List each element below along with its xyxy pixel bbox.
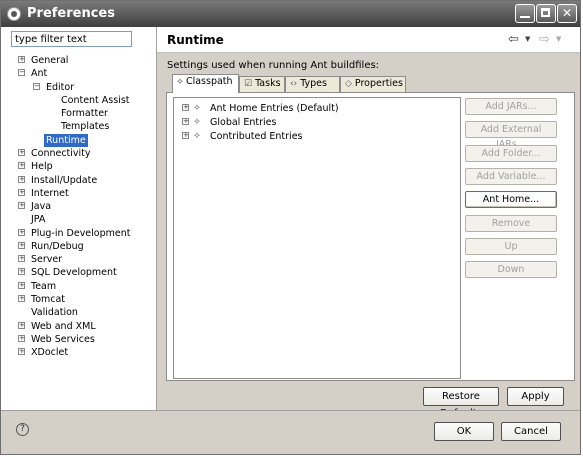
add-jars-button[interactable]: Add JARs... — [465, 98, 557, 115]
tab-label: Types — [300, 78, 327, 89]
ok-button[interactable]: OK — [434, 422, 494, 441]
forward-menu-chevron-down-icon[interactable]: ▼ — [556, 35, 561, 43]
tree-item-label: SQL Development — [31, 267, 117, 279]
tree-item-label: Validation — [31, 307, 78, 319]
tree-item-label: JPA — [31, 214, 46, 226]
tree-item-label: Templates — [61, 121, 110, 133]
apply-button[interactable]: Apply — [507, 387, 564, 406]
expand-icon[interactable]: + — [182, 104, 189, 111]
dialog-footer: ? OK Cancel — [1, 410, 580, 454]
tab-classpath[interactable]: ⟡ Classpath — [172, 74, 239, 93]
expand-icon[interactable]: + — [182, 118, 189, 125]
tree-item-label: Server — [31, 254, 63, 266]
expand-icon[interactable]: + — [18, 228, 25, 236]
classpath-entry-icon: ⟡ — [194, 117, 200, 127]
page-header: Runtime ⇦ ▼ ⇨ ▼ — [157, 27, 580, 53]
restore-defaults-button[interactable]: Restore Defaults — [423, 387, 499, 419]
forward-arrow-icon[interactable]: ⇨ — [539, 32, 550, 47]
expand-icon[interactable]: + — [18, 175, 25, 183]
tree-item-label: Web Services — [31, 333, 95, 345]
title-bar[interactable]: Preferences ✕ — [1, 1, 580, 27]
preference-page: Runtime ⇦ ▼ ⇨ ▼ Settings used when runni… — [157, 27, 580, 419]
expand-icon[interactable]: + — [182, 132, 189, 139]
expand-icon[interactable]: + — [18, 202, 25, 210]
down-button[interactable]: Down — [465, 261, 557, 279]
page-title: Runtime — [167, 33, 224, 47]
expand-icon[interactable]: + — [18, 162, 25, 170]
tree-item-label: Connectivity — [31, 147, 91, 159]
tab-tasks[interactable]: ☑ Tasks — [239, 76, 285, 92]
tree-item-label: Formatter — [61, 108, 108, 120]
ant-home-button[interactable]: Ant Home... — [465, 191, 557, 209]
tree-item-label: Runtime — [44, 133, 88, 147]
expand-icon[interactable]: + — [18, 188, 25, 196]
remove-button[interactable]: Remove — [465, 214, 557, 232]
tree-item-label: Java — [31, 201, 52, 213]
classpath-entry-label: Contributed Entries — [210, 131, 303, 142]
add-folder-button[interactable]: Add Folder... — [465, 144, 557, 162]
add-external-jars-button[interactable]: Add External JARs... — [465, 121, 557, 150]
tab-properties[interactable]: ◇ Properties — [340, 76, 406, 92]
maximize-button[interactable] — [536, 4, 556, 23]
up-button[interactable]: Up — [465, 237, 557, 255]
back-arrow-icon[interactable]: ⇦ — [508, 32, 519, 47]
tree-item-label: XDoclet — [31, 347, 69, 359]
tree-item-label: Plug-in Development — [31, 227, 131, 239]
collapse-icon[interactable]: − — [33, 82, 40, 90]
tree-item-label: Run/Debug — [31, 240, 84, 252]
expand-icon[interactable]: + — [18, 281, 25, 289]
expand-icon[interactable]: + — [18, 268, 25, 276]
close-button[interactable]: ✕ — [557, 4, 577, 23]
cancel-button[interactable]: Cancel — [501, 422, 561, 441]
expand-icon[interactable]: + — [18, 148, 25, 156]
classpath-entry-icon: ⟡ — [194, 131, 200, 141]
preferences-window: Preferences ✕ +General−Ant−EditorContent… — [0, 0, 581, 455]
tree-item-label: General — [31, 55, 69, 66]
tree-item-label: Web and XML — [31, 320, 96, 332]
properties-icon: ◇ — [345, 79, 352, 89]
tree-item-label: Team — [31, 280, 57, 292]
expand-icon[interactable]: + — [18, 348, 25, 356]
back-menu-chevron-down-icon[interactable]: ▼ — [525, 35, 530, 43]
minimize-button[interactable] — [515, 4, 535, 23]
expand-icon[interactable]: + — [18, 241, 25, 249]
eclipse-icon — [7, 7, 21, 21]
classpath-entry-label: Ant Home Entries (Default) — [210, 103, 339, 114]
expand-icon[interactable]: + — [18, 255, 25, 263]
tree-item-label: Tomcat — [31, 294, 66, 306]
classpath-tab-panel: + ⟡ Ant Home Entries (Default) + ⟡ Global Ent… — [166, 92, 575, 381]
expand-icon[interactable]: + — [18, 295, 25, 303]
tab-label: Properties — [354, 78, 403, 89]
classpath-entry-label: Global Entries — [210, 117, 277, 128]
help-icon[interactable]: ? — [16, 423, 29, 436]
classpath-entry-icon: ⟡ — [194, 103, 200, 113]
window-title: Preferences — [27, 6, 115, 21]
tree-item-label: Help — [31, 161, 53, 173]
types-icon: ‹› — [290, 79, 298, 89]
expand-icon[interactable]: + — [18, 334, 25, 342]
tab-label: Classpath — [185, 76, 233, 87]
settings-label: Settings used when running Ant buildfile… — [167, 60, 380, 71]
tree-item-label: Editor — [46, 81, 75, 93]
classpath-tree[interactable]: + ⟡ Ant Home Entries (Default) + ⟡ Global Ent… — [173, 97, 461, 379]
tree-item-label: Install/Update — [31, 174, 98, 186]
tab-label: Tasks — [255, 78, 281, 89]
add-variable-button[interactable]: Add Variable... — [465, 167, 557, 185]
tab-types[interactable]: ‹› Types — [285, 76, 340, 92]
filter-input[interactable] — [11, 31, 132, 47]
tasks-icon: ☑ — [244, 79, 253, 89]
preference-tree-pane: +General−Ant−EditorContent AssistFormatt… — [5, 27, 157, 410]
dialog-body: +General−Ant−EditorContent AssistFormatt… — [1, 27, 580, 419]
tree-item-label: Ant — [31, 68, 48, 80]
tree-item-label: Internet — [31, 187, 69, 199]
collapse-icon[interactable]: − — [18, 69, 25, 77]
tree-item-label: Content Assist — [61, 94, 130, 106]
classpath-icon: ⟡ — [177, 77, 183, 87]
expand-icon[interactable]: + — [18, 56, 25, 63]
expand-icon[interactable]: + — [18, 321, 25, 329]
